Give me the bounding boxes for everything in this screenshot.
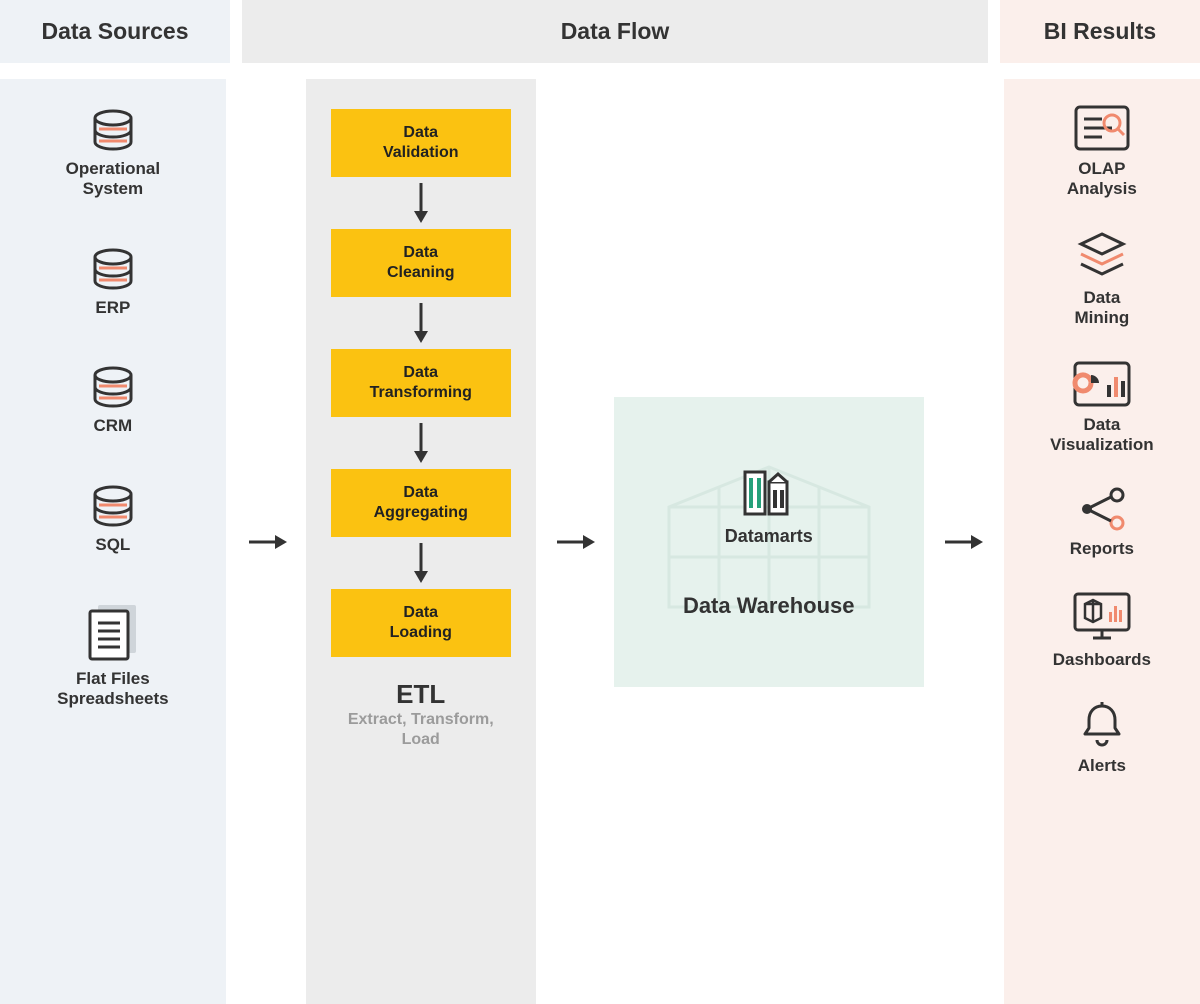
result-alerts: Alerts (1078, 700, 1126, 776)
etl-box: DataValidation DataCleaning DataTransfor… (306, 79, 536, 1004)
etl-step-transforming: DataTransforming (331, 349, 511, 417)
source-operational-system: OperationalSystem (66, 109, 160, 200)
datamarts-block: Datamarts (725, 464, 813, 547)
etl-title: ETL (396, 679, 445, 710)
etl-step-aggregating: DataAggregating (331, 469, 511, 537)
result-reports: Reports (1070, 485, 1134, 559)
etl-step-cleaning: DataCleaning (331, 229, 511, 297)
result-label: DataMining (1074, 288, 1129, 329)
source-erp: ERP (89, 248, 137, 318)
diagram-body: OperationalSystem ERP CRM SQL (0, 79, 1200, 1004)
result-label: Alerts (1078, 756, 1126, 776)
data-warehouse-label: Data Warehouse (683, 593, 855, 619)
olap-analysis-icon (1072, 103, 1132, 153)
bi-architecture-diagram: Data Sources Data Flow BI Results Operat… (0, 0, 1200, 1004)
etl-step-loading: DataLoading (331, 589, 511, 657)
source-label: ERP (95, 298, 130, 318)
arrow-sources-to-etl (246, 530, 288, 554)
bell-icon (1079, 700, 1125, 750)
arrow-dw-to-results (942, 530, 984, 554)
arrow-right-icon (247, 530, 287, 554)
datamarts-icon (739, 464, 799, 518)
result-data-visualization: DataVisualization (1050, 359, 1154, 456)
result-label: Dashboards (1053, 650, 1151, 670)
database-icon (89, 248, 137, 292)
database-icon (89, 109, 137, 153)
etl-step-validation: DataValidation (331, 109, 511, 177)
share-nodes-icon (1075, 485, 1129, 533)
data-warehouse-box: Datamarts Data Warehouse (614, 397, 924, 687)
source-sql: SQL (89, 485, 137, 555)
header-data-sources: Data Sources (0, 0, 230, 63)
datamarts-label: Datamarts (725, 526, 813, 547)
source-label: CRM (94, 416, 133, 436)
column-headers: Data Sources Data Flow BI Results (0, 0, 1200, 63)
flow-inner: DataValidation DataCleaning DataTransfor… (238, 79, 992, 1004)
file-icon (86, 603, 140, 663)
source-label: SQL (95, 535, 130, 555)
arrow-right-icon (555, 530, 595, 554)
chart-dashboard-icon (1071, 359, 1133, 409)
bi-results-column: OLAPAnalysis DataMining (1004, 79, 1200, 1004)
arrow-down-icon (409, 297, 433, 349)
source-label: OperationalSystem (66, 159, 160, 200)
arrow-down-icon (409, 417, 433, 469)
source-flat-files: Flat FilesSpreadsheets (57, 603, 169, 710)
result-olap-analysis: OLAPAnalysis (1067, 103, 1137, 200)
header-data-flow: Data Flow (242, 0, 988, 63)
etl-subtitle: Extract, Transform,Load (348, 710, 494, 750)
source-label: Flat FilesSpreadsheets (57, 669, 169, 710)
header-bi-results: BI Results (1000, 0, 1200, 63)
dashboard-monitor-icon (1071, 590, 1133, 644)
stack-layers-icon (1075, 230, 1129, 282)
result-label: Reports (1070, 539, 1134, 559)
source-crm: CRM (89, 366, 137, 436)
result-dashboards: Dashboards (1053, 590, 1151, 670)
arrow-down-icon (409, 537, 433, 589)
result-label: OLAPAnalysis (1067, 159, 1137, 200)
etl-steps: DataValidation DataCleaning DataTransfor… (326, 109, 516, 657)
arrow-right-icon (943, 530, 983, 554)
database-icon (89, 366, 137, 410)
result-label: DataVisualization (1050, 415, 1154, 456)
data-flow-column: DataValidation DataCleaning DataTransfor… (238, 79, 992, 1004)
data-sources-column: OperationalSystem ERP CRM SQL (0, 79, 226, 1004)
database-icon (89, 485, 137, 529)
result-data-mining: DataMining (1074, 230, 1129, 329)
arrow-down-icon (409, 177, 433, 229)
arrow-etl-to-dw (554, 530, 596, 554)
